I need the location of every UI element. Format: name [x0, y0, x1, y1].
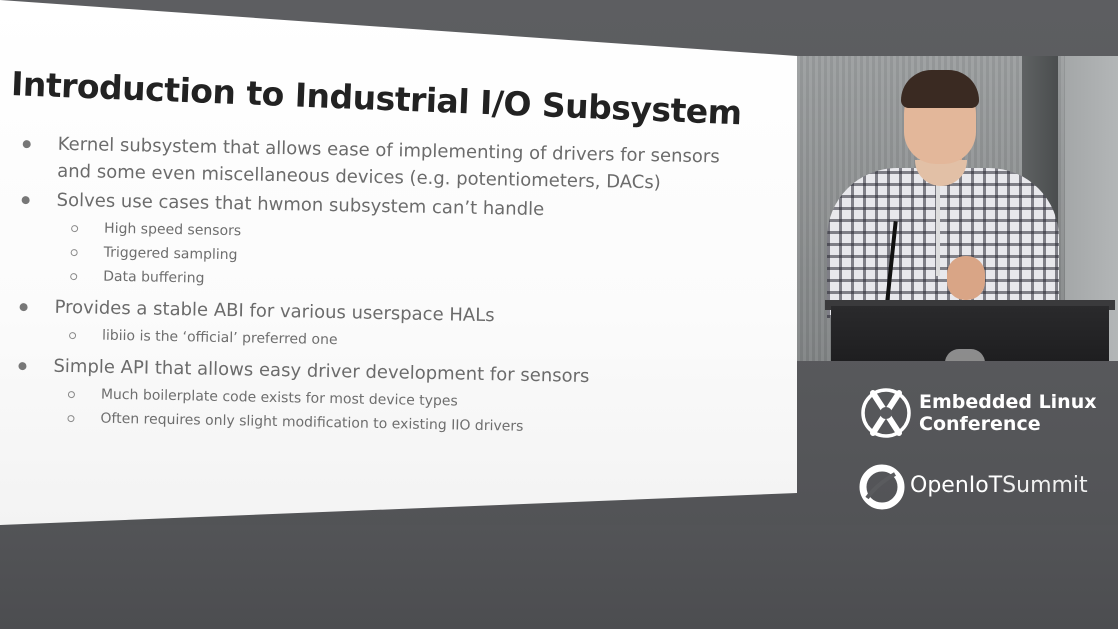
bullet-text: Kernel subsystem that allows ease of imp… — [57, 133, 720, 194]
bullet-text: Solves use cases that hwmon subsystem ca… — [56, 189, 545, 221]
summit-name: Summit — [1002, 473, 1088, 498]
bullet-dot-icon — [18, 362, 27, 371]
speaker-video — [797, 56, 1118, 361]
bullet-list: Kernel subsystem that allows ease of imp… — [12, 130, 758, 443]
elc-line2: Conference — [919, 413, 1041, 435]
bullet-dot-icon — [22, 140, 31, 149]
sub-bullet-circle-icon — [67, 391, 75, 399]
sub-bullet-text: Often requires only slight modification … — [100, 410, 524, 435]
speaker-lanyard — [936, 176, 940, 276]
openiot-wordmark: OpenIoTSummit — [910, 473, 1088, 498]
conference-branding: Embedded Linux Conference OpenIoTSummit — [797, 361, 1118, 525]
elc-wordmark: Embedded Linux Conference — [919, 391, 1097, 435]
sub-bullet-circle-icon — [70, 273, 78, 281]
elc-logo-icon — [861, 388, 911, 438]
bottom-band — [0, 525, 1118, 629]
podium-logo-icon — [945, 349, 985, 361]
speaker-shirt — [827, 168, 1059, 318]
openiot-name: OpenIoT — [910, 473, 1003, 498]
speaker-hand — [947, 256, 985, 300]
sub-bullet-circle-icon — [67, 415, 75, 423]
speaker-hair — [901, 70, 979, 108]
sub-bullet-text: Triggered sampling — [103, 244, 238, 264]
sub-bullet-circle-icon — [71, 225, 79, 233]
elc-line1: Embedded Linux — [919, 391, 1097, 413]
bullet-dot-icon — [21, 196, 30, 205]
sub-bullet-text: libiio is the ‘official’ preferred one — [101, 327, 338, 349]
sub-bullet-text: High speed sensors — [103, 220, 242, 240]
slide-title: Introduction to Industrial I/O Subsystem — [10, 64, 743, 133]
bullet-text: Provides a stable ABI for various usersp… — [54, 296, 495, 327]
sub-bullet-text: Data buffering — [103, 268, 205, 287]
sub-bullet-text: Much boilerplate code exists for most de… — [100, 386, 458, 410]
sub-bullet-circle-icon — [68, 332, 77, 340]
openiot-logo-icon — [859, 464, 905, 510]
sub-bullet-circle-icon — [70, 249, 78, 257]
bullet-dot-icon — [19, 303, 28, 312]
presentation-slide: Introduction to Industrial I/O Subsystem… — [0, 0, 797, 525]
